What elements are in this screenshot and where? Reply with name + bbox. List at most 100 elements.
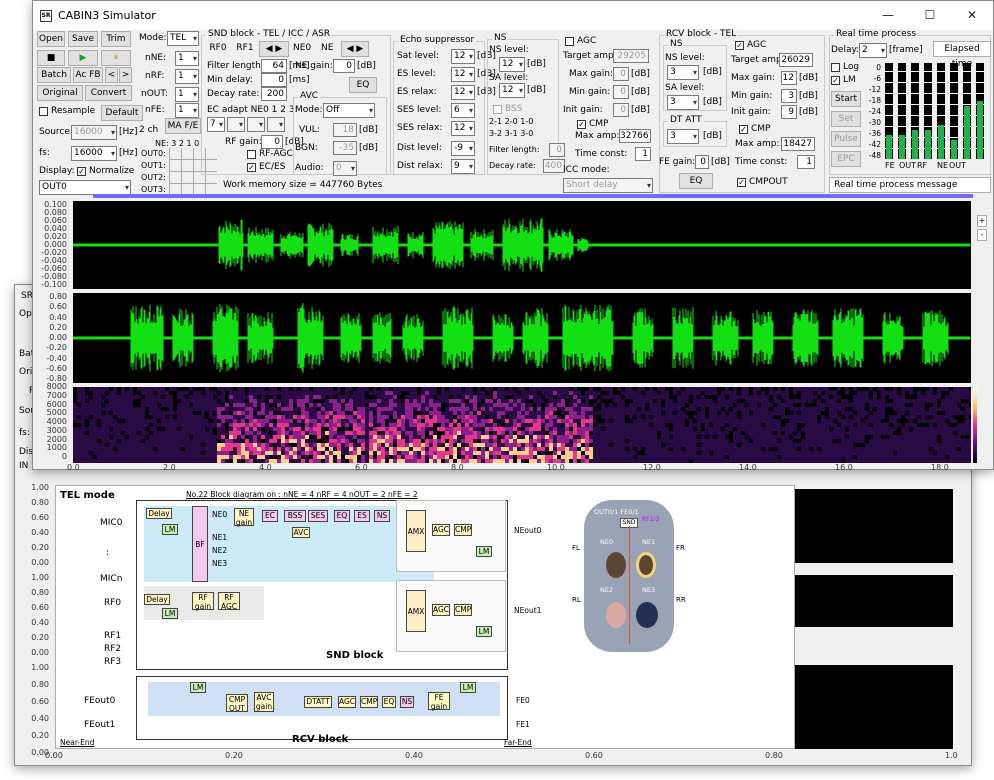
- rcv-cmp-out-block[interactable]: CMP OUT: [226, 694, 248, 713]
- nrf-select[interactable]: 1: [175, 69, 199, 84]
- rf-agc-checkbox[interactable]: [247, 150, 256, 159]
- maximize-button[interactable]: ☐: [909, 1, 951, 30]
- ec-adapt-ne2-select[interactable]: [247, 117, 265, 132]
- ns-level-select[interactable]: 12: [499, 57, 525, 72]
- original-button[interactable]: Original: [37, 85, 83, 101]
- rcv-init-gain-input[interactable]: 9: [781, 105, 797, 119]
- trim-button[interactable]: Trim: [101, 31, 131, 47]
- min-delay-input[interactable]: 0: [261, 73, 287, 87]
- snd-max-gain-input[interactable]: 0: [613, 67, 629, 81]
- ne-gain-block[interactable]: NE gain: [234, 508, 254, 527]
- sa-level-select[interactable]: 12: [499, 83, 525, 98]
- rf-gain-block[interactable]: RF gain: [192, 592, 214, 611]
- echo-sesr-select[interactable]: 12: [451, 121, 475, 136]
- rcv-cmp-block[interactable]: CMP: [360, 696, 378, 708]
- rf-agc-block[interactable]: RF AGC: [218, 592, 240, 611]
- bss-checkbox[interactable]: [493, 105, 502, 114]
- rcv-eq-button[interactable]: EQ: [679, 173, 713, 189]
- rf-arrows[interactable]: ◀ ▶: [259, 41, 289, 57]
- rcv-min-gain-input[interactable]: 3: [781, 89, 797, 103]
- bss-filter-input[interactable]: 0: [549, 143, 565, 157]
- ec-es-checkbox[interactable]: ✓: [247, 163, 256, 172]
- snd-cmp-max-input[interactable]: 32766: [619, 129, 651, 143]
- rcv-eq-block[interactable]: EQ: [382, 696, 396, 708]
- mic-delay-block[interactable]: Delay: [146, 508, 172, 519]
- echo-ses-select[interactable]: 6: [451, 103, 475, 118]
- back-plot-1[interactable]: [795, 489, 953, 563]
- epc-button[interactable]: EPC: [831, 151, 861, 167]
- minimize-button[interactable]: —: [867, 1, 909, 30]
- mode-select[interactable]: TEL: [167, 31, 199, 46]
- rcv-lm-left-block[interactable]: LM: [190, 682, 206, 693]
- filter-length-input[interactable]: 64: [261, 59, 287, 73]
- stop-button[interactable]: ■: [37, 50, 65, 66]
- agc0-block[interactable]: AGC: [432, 524, 450, 536]
- snd-eq-button[interactable]: EQ: [349, 77, 377, 93]
- out0-lm-block[interactable]: LM: [476, 546, 492, 557]
- acfb-button[interactable]: Ac FB: [73, 67, 103, 83]
- cmpout-checkbox[interactable]: ✓: [737, 178, 746, 187]
- set-button[interactable]: Set: [831, 111, 861, 127]
- waveform-plot-2[interactable]: [73, 293, 971, 383]
- echo-es-select[interactable]: 12: [451, 67, 475, 82]
- fe-gain-input[interactable]: 0: [695, 155, 709, 169]
- lm-checkbox[interactable]: ✓: [831, 76, 840, 85]
- echo-sat-select[interactable]: 12: [451, 49, 475, 64]
- avc-block[interactable]: AVC: [292, 527, 310, 538]
- rcv-target-amp-input[interactable]: 26029: [779, 53, 813, 67]
- normalize-checkbox[interactable]: ✓: [77, 167, 86, 176]
- prev-button[interactable]: <: [105, 67, 118, 83]
- rcv-lm-right-block[interactable]: LM: [460, 682, 476, 693]
- open-button[interactable]: Open: [37, 31, 65, 47]
- rf-gain-input[interactable]: 0: [261, 135, 283, 149]
- snd-agc-checkbox[interactable]: [565, 37, 574, 46]
- ne-arrows[interactable]: ◀ ▶: [341, 41, 369, 57]
- rcv-fe-gain-block[interactable]: FE gain: [428, 692, 450, 711]
- ses-block[interactable]: SES: [308, 510, 328, 522]
- back-original-label[interactable]: Ori: [19, 367, 32, 377]
- fs-rate-select[interactable]: 16000: [71, 146, 117, 161]
- ne1-tab[interactable]: NE: [321, 43, 333, 53]
- ec-block[interactable]: EC: [262, 510, 278, 522]
- start-button[interactable]: Start: [831, 91, 861, 107]
- zoom-in-plot1-button[interactable]: +: [977, 215, 987, 227]
- decay-rate-input[interactable]: 200: [261, 87, 287, 101]
- bgn-input[interactable]: -35: [333, 141, 357, 155]
- default-button[interactable]: Default: [101, 105, 143, 121]
- rcv-agc-checkbox[interactable]: ✓: [735, 41, 744, 50]
- audio-select[interactable]: 0: [333, 161, 357, 176]
- cmp1-block[interactable]: CMP: [454, 604, 472, 616]
- bss-decay-input[interactable]: 400: [543, 159, 565, 173]
- vul-input[interactable]: 18: [333, 123, 357, 137]
- rcv-cmp-max-input[interactable]: 18427: [781, 137, 815, 151]
- rf-delay-block[interactable]: Delay: [144, 594, 170, 605]
- snd-target-amp-input[interactable]: 29205: [613, 49, 649, 63]
- scroll-position-bar[interactable]: [93, 194, 973, 198]
- echo-distr-select[interactable]: 9: [451, 159, 475, 174]
- resample-checkbox[interactable]: [39, 107, 48, 116]
- spectrogram-plot[interactable]: [73, 387, 971, 463]
- echo-dist-select[interactable]: -9: [451, 141, 475, 156]
- output-select[interactable]: OUT0: [39, 180, 131, 195]
- rcv-agc-block[interactable]: AGC: [338, 696, 356, 708]
- source-rate-select[interactable]: 16000: [71, 125, 117, 140]
- amx0-block[interactable]: AMX: [406, 510, 426, 552]
- bss-block[interactable]: BSS: [284, 510, 306, 522]
- ec-adapt-ne0-select[interactable]: 7: [207, 117, 225, 132]
- ns-block[interactable]: NS: [374, 510, 390, 522]
- echo-esr-select[interactable]: 12: [451, 85, 475, 100]
- back-plot-3[interactable]: [795, 665, 953, 749]
- mafe-button[interactable]: MA F/E: [165, 118, 201, 134]
- nout-select[interactable]: 1: [175, 87, 199, 102]
- es-block[interactable]: ES: [354, 510, 370, 522]
- snd-time-const-input[interactable]: 1: [635, 147, 651, 161]
- icc-mode-select[interactable]: Short delay: [563, 178, 653, 193]
- next-button[interactable]: >: [119, 67, 132, 83]
- delay-select[interactable]: 2: [859, 43, 887, 58]
- snd-init-gain-input[interactable]: 0: [613, 103, 629, 117]
- rf0-tab[interactable]: RF0: [207, 41, 229, 57]
- eq-block[interactable]: EQ: [334, 510, 350, 522]
- snd-cmp-checkbox[interactable]: ✓: [577, 120, 586, 129]
- nne-select[interactable]: 1: [175, 51, 199, 66]
- rcv-sa-level-select[interactable]: 3: [667, 95, 699, 110]
